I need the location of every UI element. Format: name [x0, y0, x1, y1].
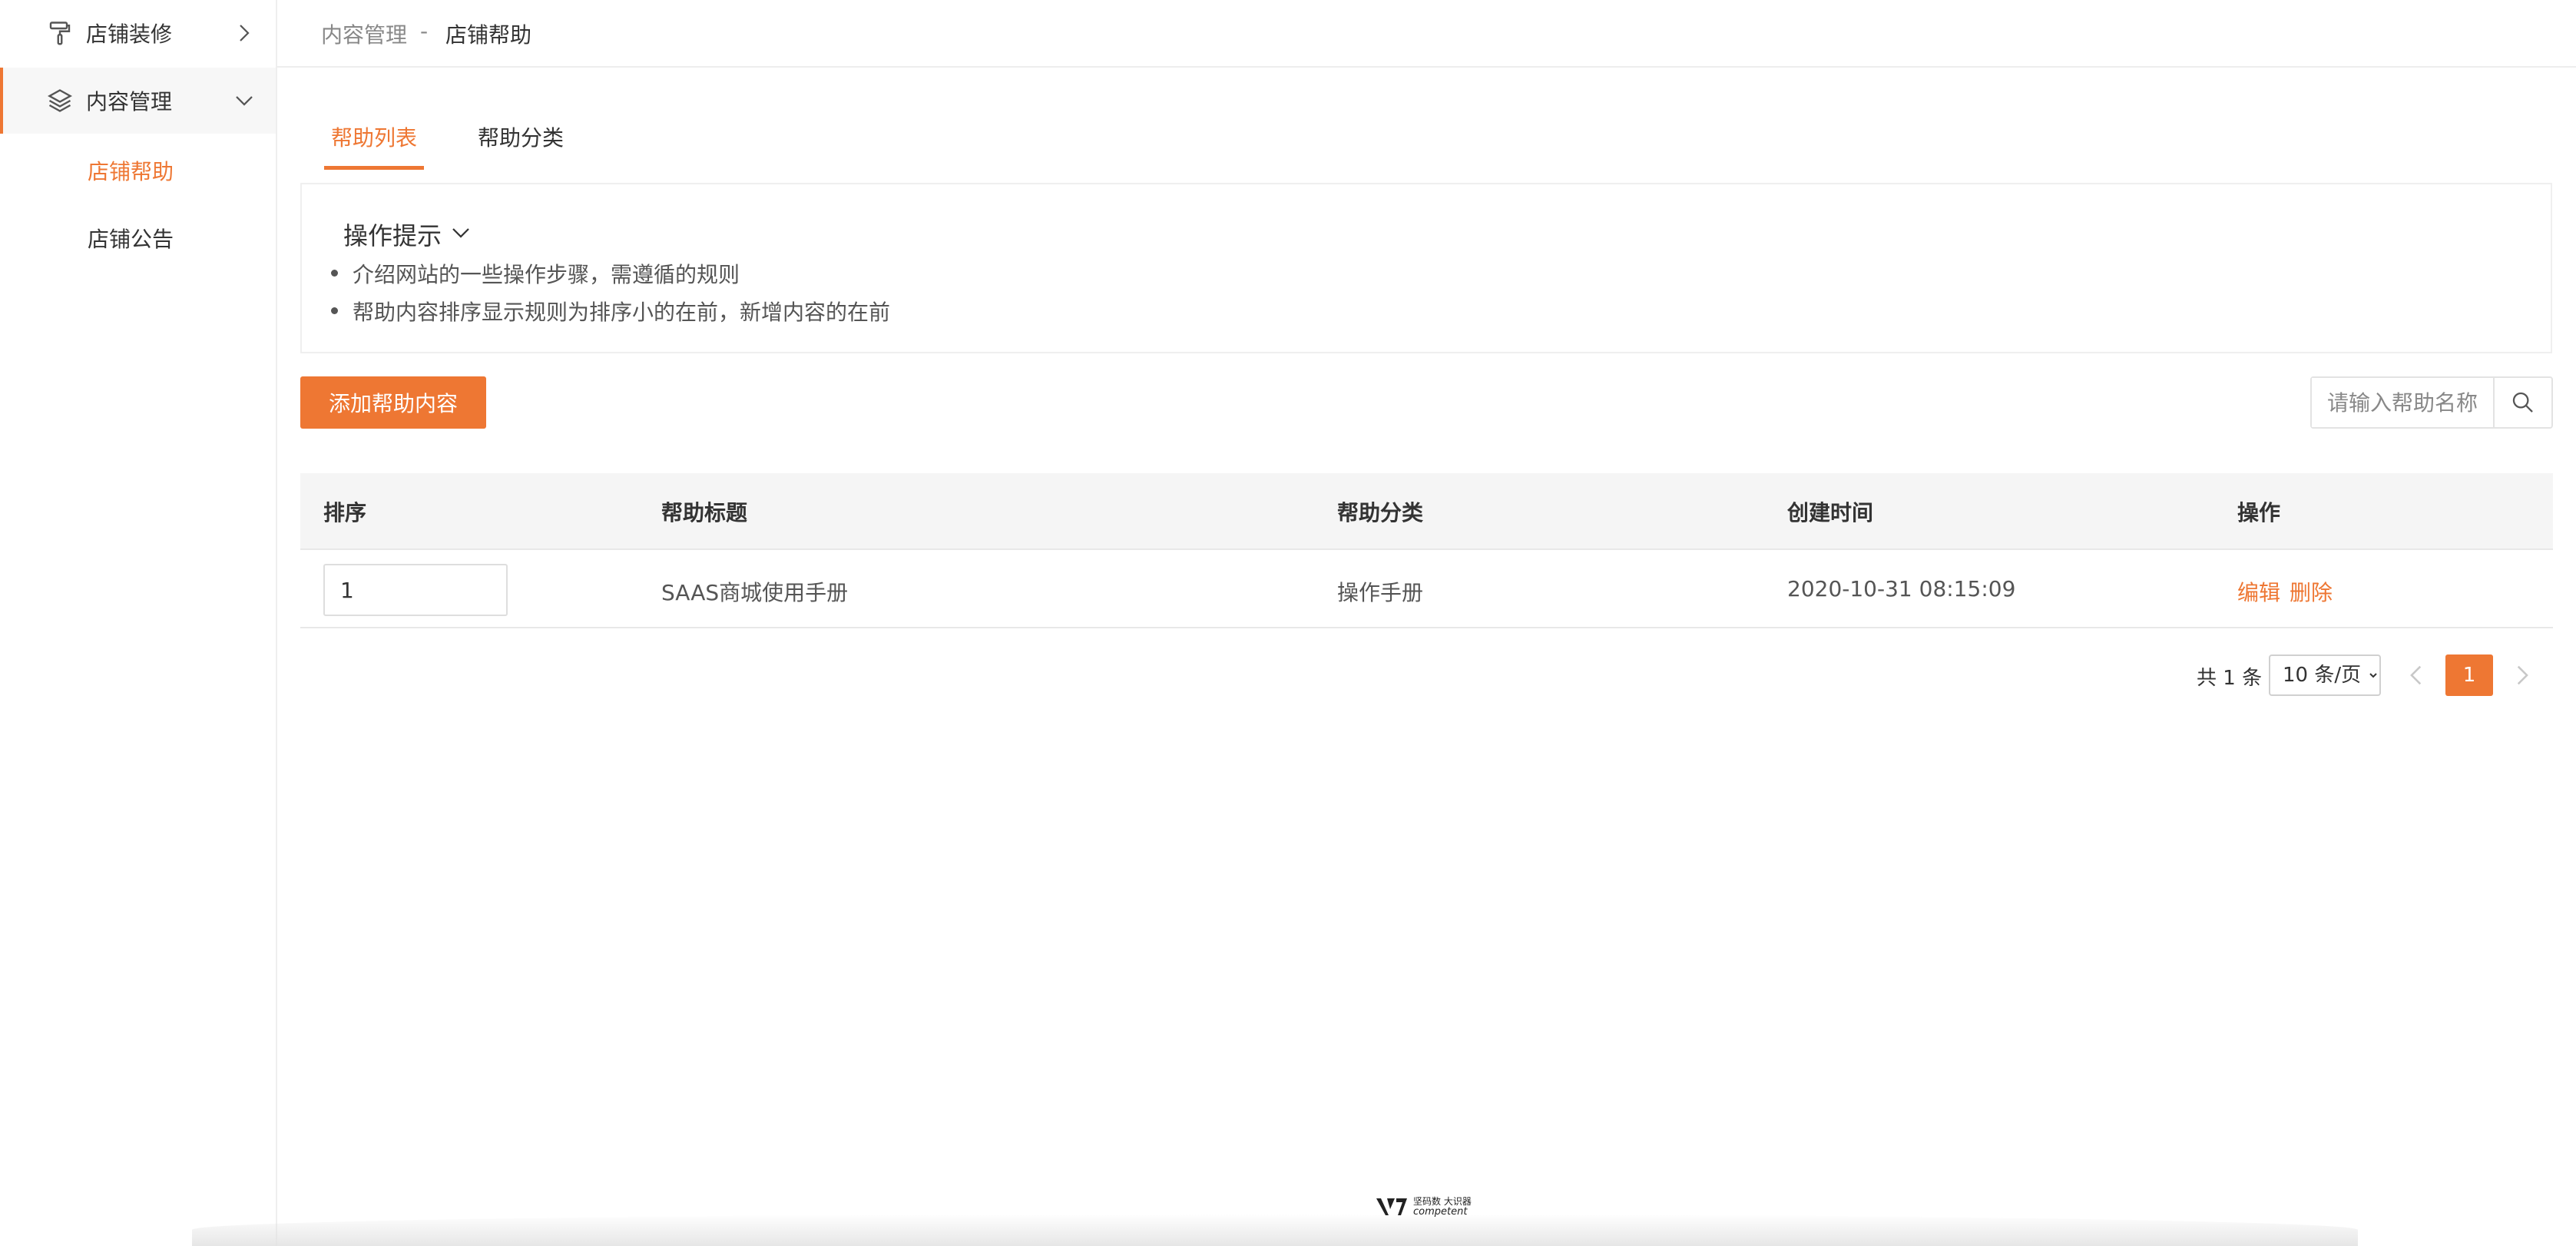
- sidebar-item-store-notice[interactable]: 店铺公告: [88, 223, 174, 254]
- footer-brand-text: 坚码数 大识器 competent: [1413, 1196, 1472, 1218]
- footer-brand-cn: 坚码数 大识器: [1413, 1196, 1472, 1207]
- help-category-cell: 操作手册: [1337, 580, 1424, 605]
- chevron-down-icon[interactable]: [449, 221, 472, 244]
- footer-shadow: [192, 1214, 2358, 1246]
- column-header-sort: 排序: [323, 500, 367, 525]
- tips-item: 帮助内容排序显示规则为排序小的在前，新增内容的在前: [330, 296, 890, 326]
- search-input[interactable]: [2312, 378, 2493, 427]
- sort-order-input[interactable]: [323, 564, 508, 616]
- edit-link[interactable]: 编辑: [2237, 576, 2280, 607]
- column-header-created: 创建时间: [1787, 500, 1874, 525]
- help-table: 排序 帮助标题 帮助分类 创建时间 操作 SAAS商城使用手册 操作手册 202…: [300, 473, 2553, 628]
- breadcrumb-parent[interactable]: 内容管理: [321, 18, 407, 49]
- help-title-cell: SAAS商城使用手册: [661, 580, 849, 605]
- chevron-right-icon: [240, 25, 250, 41]
- page-size-select[interactable]: 10 条/页: [2269, 654, 2381, 696]
- page-number-button[interactable]: 1: [2445, 654, 2493, 696]
- next-page-icon[interactable]: [2508, 662, 2535, 688]
- sidebar: 店铺装修 内容管理 店铺帮助 店铺公告: [0, 0, 277, 1246]
- sidebar-item-store-help[interactable]: 店铺帮助: [88, 155, 174, 186]
- delete-link[interactable]: 删除: [2290, 576, 2333, 607]
- pagination-total: 共 1 条: [2197, 667, 2263, 690]
- sidebar-group-label: 店铺装修: [86, 22, 173, 47]
- column-header-category: 帮助分类: [1337, 500, 1424, 525]
- sidebar-group-content-management[interactable]: 内容管理: [0, 68, 276, 134]
- column-header-title: 帮助标题: [661, 500, 748, 525]
- footer-brand-en: competent: [1413, 1206, 1468, 1218]
- search-button[interactable]: [2493, 378, 2551, 427]
- table-row: SAAS商城使用手册 操作手册 2020-10-31 08:15:09 编辑 删…: [300, 550, 2553, 628]
- brand-logo-icon: [1376, 1198, 1407, 1215]
- sidebar-group-store-decoration[interactable]: 店铺装修: [0, 0, 276, 66]
- paint-roller-icon: [49, 22, 71, 45]
- search-icon: [2512, 392, 2533, 413]
- tips-title[interactable]: 操作提示: [343, 217, 442, 252]
- breadcrumb-separator: -: [420, 18, 429, 44]
- tab-help-list[interactable]: 帮助列表: [331, 121, 417, 152]
- active-tab-indicator: [324, 166, 424, 170]
- table-header: 排序 帮助标题 帮助分类 创建时间 操作: [300, 473, 2553, 550]
- sidebar-group-label: 内容管理: [86, 89, 173, 114]
- footer-logo: 坚码数 大识器 competent: [1375, 1195, 1472, 1218]
- tab-help-category[interactable]: 帮助分类: [478, 121, 564, 152]
- add-help-content-button[interactable]: 添加帮助内容: [300, 376, 486, 429]
- created-time-cell: 2020-10-31 08:15:09: [1787, 576, 2016, 601]
- search-box: [2310, 376, 2553, 429]
- operation-tips-panel: 操作提示 介绍网站的一些操作步骤，需遵循的规则 帮助内容排序显示规则为排序小的在…: [300, 183, 2552, 353]
- breadcrumb-current: 店铺帮助: [445, 22, 532, 48]
- chevron-down-icon: [236, 96, 253, 106]
- tips-item: 介绍网站的一些操作步骤，需遵循的规则: [330, 258, 740, 289]
- layers-icon: [48, 89, 72, 112]
- previous-page-icon[interactable]: [2404, 662, 2430, 688]
- header: 内容管理 - 店铺帮助: [277, 0, 2576, 68]
- column-header-actions: 操作: [2237, 500, 2281, 525]
